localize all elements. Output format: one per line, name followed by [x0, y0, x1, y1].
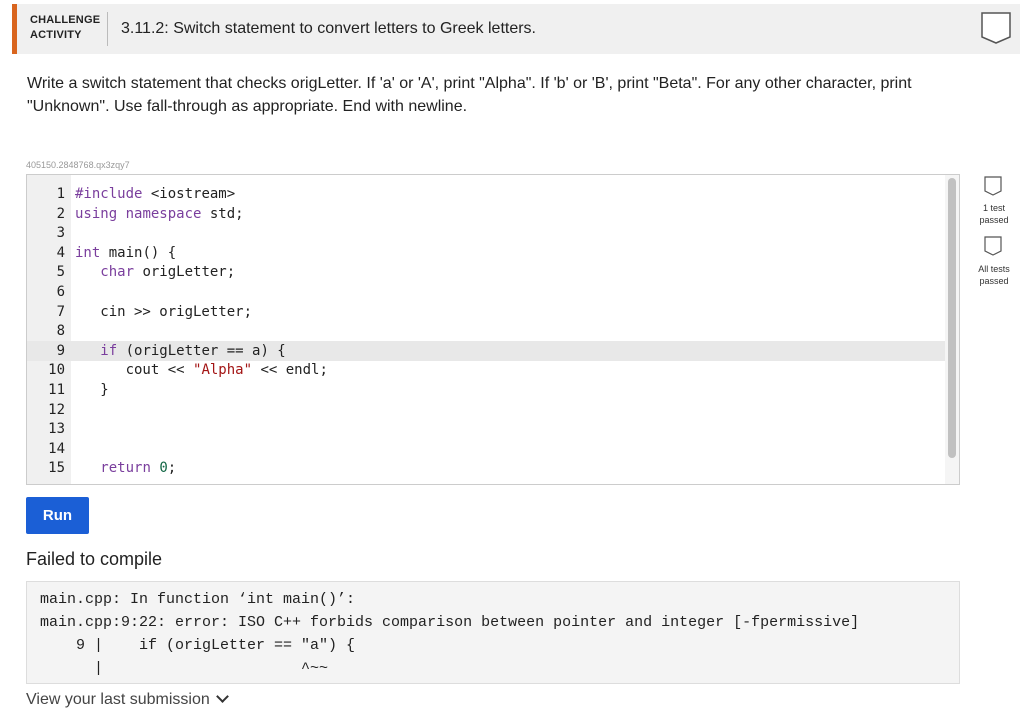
code-line[interactable]: 1 #include <iostream>	[27, 184, 945, 204]
one-test-line1: 1 test	[982, 203, 1005, 213]
view-last-submission-label: View your last submission	[26, 691, 210, 708]
code-line[interactable]: 7 cin >> origLetter;	[27, 302, 945, 322]
one-test-passed-label: 1 test passed	[969, 202, 1019, 226]
code-line[interactable]: 3	[27, 223, 945, 243]
line-number: 4	[56, 244, 65, 261]
editor-scrollbar[interactable]	[945, 175, 959, 484]
line-code[interactable]: #include <iostream>	[75, 184, 235, 204]
code-line[interactable]: 11 }	[27, 380, 945, 400]
badge-line-2: ACTIVITY	[30, 29, 82, 41]
line-number: 7	[56, 303, 65, 320]
all-tests-line2: passed	[979, 276, 1009, 286]
header-divider	[107, 12, 108, 46]
line-code[interactable]: cout << "Alpha" << endl;	[75, 360, 328, 380]
line-number: 3	[56, 225, 65, 242]
code-editor[interactable]: 1 #include <iostream> 2 using namespace std…	[26, 174, 960, 485]
editor-scrollbar-thumb[interactable]	[948, 178, 956, 458]
code-line[interactable]: 6	[27, 282, 945, 302]
line-number: 12	[48, 401, 65, 418]
line-number: 15	[48, 460, 65, 477]
line-number: 13	[48, 421, 65, 438]
code-line[interactable]: 15 return 0;	[27, 458, 945, 478]
code-line[interactable]: 12	[27, 400, 945, 420]
line-number: 5	[56, 264, 65, 281]
code-line[interactable]: 10 cout << "Alpha" << endl;	[27, 360, 945, 380]
line-code[interactable]: cin >> origLetter;	[75, 302, 252, 322]
test-status-icon	[984, 176, 1002, 196]
line-number: 10	[48, 362, 65, 379]
run-button[interactable]: Run	[26, 497, 89, 534]
instructions-text: Write a switch statement that checks ori…	[27, 75, 912, 115]
line-number: 1	[56, 186, 65, 202]
line-number: 2	[56, 205, 65, 222]
code-line[interactable]: 14	[27, 439, 945, 459]
code-line[interactable]: 2 using namespace std;	[27, 204, 945, 224]
one-test-line2: passed	[979, 215, 1009, 225]
line-code[interactable]: }	[75, 380, 108, 400]
view-last-submission-toggle[interactable]: View your last submission	[26, 690, 229, 709]
line-number: 8	[56, 323, 65, 340]
line-number: 14	[48, 440, 65, 457]
line-number: 6	[56, 284, 65, 300]
line-code[interactable]: return 0;	[75, 458, 176, 478]
challenge-activity-badge: CHALLENGE ACTIVITY	[30, 13, 100, 43]
all-tests-line1: All tests	[978, 264, 1010, 274]
activity-header: CHALLENGE ACTIVITY 3.11.2: Switch statem…	[12, 4, 1020, 54]
code-line[interactable]: 8	[27, 321, 945, 341]
code-line[interactable]: 4 int main() {	[27, 243, 945, 263]
line-code[interactable]: char origLetter;	[75, 262, 235, 282]
compile-result-title: Failed to compile	[26, 549, 163, 569]
line-number: 9	[56, 342, 65, 359]
all-tests-passed-label: All tests passed	[969, 263, 1019, 287]
line-number: 11	[48, 382, 65, 398]
activity-title: 3.11.2: Switch statement to convert lett…	[121, 20, 536, 37]
badge-line-1: CHALLENGE	[30, 14, 101, 26]
chevron-down-icon	[215, 690, 229, 703]
compiler-output: main.cpp: In function ‘int main()’: main…	[26, 581, 960, 684]
completion-status-icon	[981, 12, 1011, 44]
code-line[interactable]: 13	[27, 419, 945, 439]
line-code[interactable]: if (origLetter == a) {	[75, 341, 285, 361]
all-tests-status-icon	[984, 236, 1002, 256]
compiler-output-text: main.cpp: In function ‘int main()’: main…	[40, 591, 860, 677]
line-code[interactable]: int main() {	[75, 243, 176, 263]
code-line[interactable]: 9 if (origLetter == a) {	[27, 340, 945, 361]
code-id: 405150.2848768.qx3zqy7	[26, 160, 130, 170]
line-code[interactable]: using namespace std;	[75, 204, 244, 224]
code-line[interactable]: 5 char origLetter;	[27, 262, 945, 282]
